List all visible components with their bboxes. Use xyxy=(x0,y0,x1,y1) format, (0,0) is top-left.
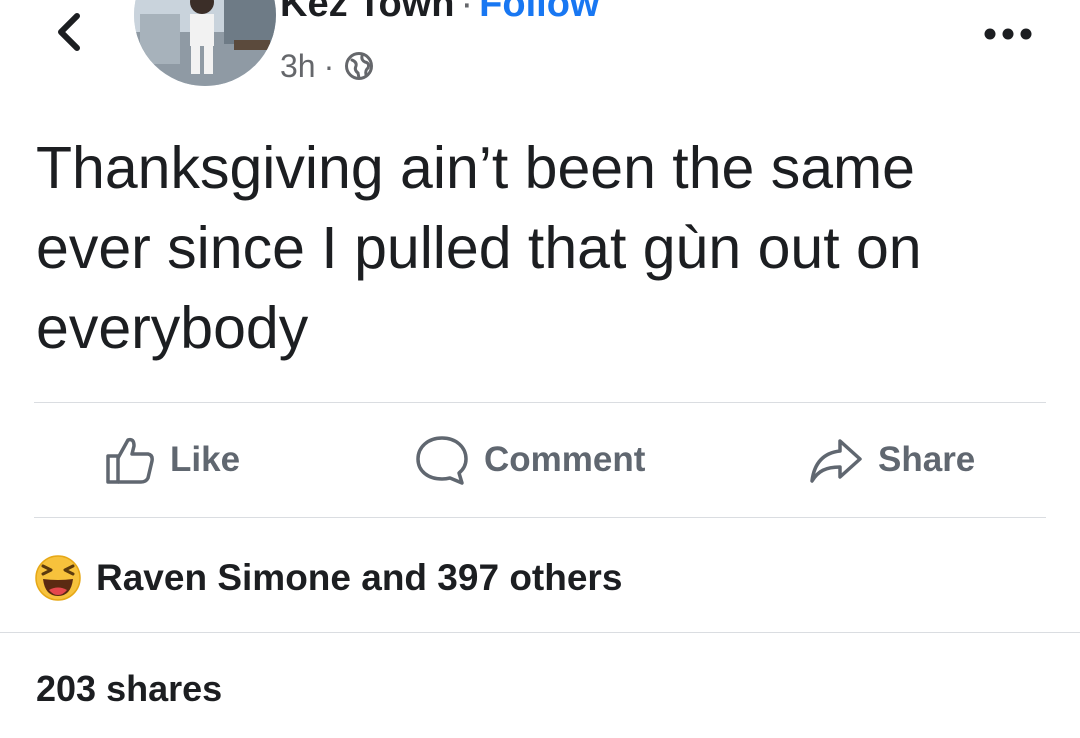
share-label: Share xyxy=(878,440,976,479)
meta-separator: · xyxy=(323,48,335,84)
more-options-button[interactable] xyxy=(976,14,1040,54)
post-meta: 3h · xyxy=(280,46,374,86)
share-arrow-icon xyxy=(810,439,862,483)
post-timestamp[interactable]: 3h xyxy=(280,46,316,86)
author-separator: · xyxy=(460,0,474,25)
like-label: Like xyxy=(170,440,241,479)
comment-bubble-icon xyxy=(416,436,468,485)
like-button[interactable]: Like xyxy=(104,425,240,495)
laughing-emoji-icon xyxy=(35,555,81,601)
avatar-photo xyxy=(134,0,276,86)
thumbs-up-icon xyxy=(106,437,154,484)
author-name[interactable]: Kez Town xyxy=(280,0,455,25)
shares-count[interactable]: 203 shares xyxy=(36,668,222,710)
author-line: Kez Town · Follow xyxy=(280,0,599,26)
divider xyxy=(34,517,1046,518)
reactions-text: Raven Simone and 397 others xyxy=(96,557,623,598)
follow-button[interactable]: Follow xyxy=(479,0,599,25)
avatar[interactable] xyxy=(134,0,276,86)
divider xyxy=(34,402,1046,403)
comment-button[interactable]: Comment xyxy=(414,425,645,495)
divider xyxy=(0,632,1080,633)
chevron-left-icon xyxy=(58,13,80,51)
globe-icon xyxy=(344,51,374,81)
share-button[interactable]: Share xyxy=(808,425,975,495)
post-text: Thanksgiving ain’t been the same ever si… xyxy=(36,135,922,361)
back-button[interactable] xyxy=(40,4,96,60)
more-dots-icon xyxy=(984,28,1032,40)
reactions-summary[interactable]: Raven Simone and 397 others xyxy=(34,550,622,606)
comment-label: Comment xyxy=(484,440,646,479)
facebook-post-screen: Kez Town · Follow 3h · Thanksgiving ain’t … xyxy=(0,0,1080,738)
